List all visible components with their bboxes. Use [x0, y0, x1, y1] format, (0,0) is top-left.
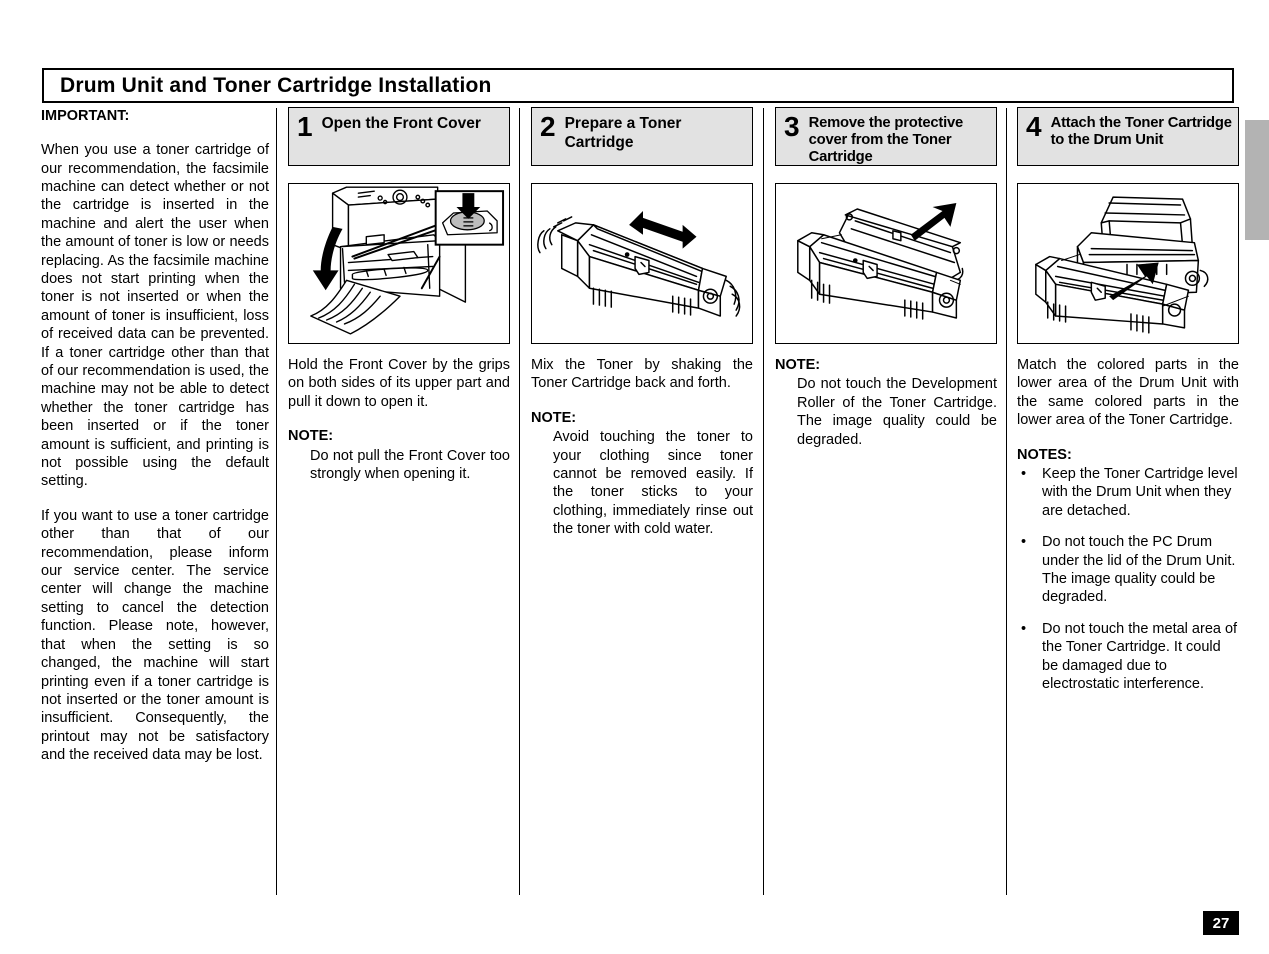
step-2-header: 2 Prepare a Toner Cartridge [531, 107, 753, 166]
step-4-notes-label: NOTES: [1017, 446, 1072, 463]
column-divider-1 [276, 108, 277, 895]
step-4-caption: Match the colored parts in the lower are… [1017, 356, 1239, 694]
step-2-number: 2 [540, 111, 556, 142]
step-column-2: 2 Prepare a Toner Cartridge Mix the Tone… [531, 107, 753, 555]
section-edge-tab [1245, 120, 1269, 240]
step-column-1: 1 Open the Front Cover Hold the Front Co… [288, 107, 510, 499]
step-1-title: Open the Front Cover [321, 115, 481, 132]
step-2-body: Mix the Toner by shaking the Toner Cartr… [531, 357, 753, 392]
step-2-note-label: NOTE: [531, 409, 577, 426]
attach-toner-to-drum-illustration [1017, 183, 1239, 344]
important-paragraph-2: If you want to use a toner cartridge oth… [41, 507, 269, 764]
bullet-marker: • [1021, 534, 1027, 551]
step-1-caption: Hold the Front Cover by the grips on bot… [288, 356, 510, 483]
step-4-header: 4 Attach the Toner Cartridge to the Drum… [1017, 107, 1239, 166]
list-item-text: Do not touch the metal area of the Toner… [1042, 620, 1238, 693]
step-4-number: 4 [1026, 111, 1042, 142]
step-1-header: 1 Open the Front Cover [288, 107, 510, 166]
page-number-badge: 27 [1203, 911, 1239, 935]
list-item-text: Keep the Toner Cartridge level with the … [1042, 466, 1238, 519]
important-heading: IMPORTANT: [41, 108, 130, 124]
step-1-body: Hold the Front Cover by the grips on bot… [288, 357, 510, 410]
bullet-marker: • [1021, 466, 1027, 483]
column-divider-3 [763, 108, 764, 895]
step-4-title: Attach the Toner Cartridge to the Drum U… [1050, 115, 1232, 148]
step-4-notes-list: • Keep the Toner Cartridge level with th… [1017, 465, 1239, 693]
column-divider-4 [1006, 108, 1007, 895]
page-title-bar: Drum Unit and Toner Cartridge Installati… [42, 68, 1234, 103]
front-cover-open-illustration [288, 183, 510, 344]
step-1-note-label: NOTE: [288, 428, 334, 445]
step-2-caption: Mix the Toner by shaking the Toner Cartr… [531, 356, 753, 539]
bullet-marker: • [1021, 620, 1027, 637]
list-item: • Do not touch the metal area of the Ton… [1017, 620, 1239, 694]
important-paragraph-1: When you use a toner cartridge of our re… [41, 142, 269, 490]
important-column: IMPORTANT: When you use a toner cartridg… [41, 107, 269, 765]
step-2-title: Prepare a Toner Cartridge [564, 115, 682, 151]
page-title: Drum Unit and Toner Cartridge Installati… [60, 74, 492, 97]
remove-protective-cover-illustration [775, 183, 997, 344]
step-3-note-label: NOTE: [775, 357, 821, 373]
list-item-text: Do not touch the PC Drum under the lid o… [1042, 534, 1236, 606]
step-3-caption: NOTE: Do not touch the Development Rolle… [775, 356, 997, 449]
document-page: Drum Unit and Toner Cartridge Installati… [0, 0, 1269, 954]
toner-cartridge-shake-illustration [531, 183, 753, 344]
column-divider-2 [519, 108, 520, 895]
step-2-note-body: Avoid touching the toner to your clothin… [553, 429, 753, 538]
step-4-body: Match the colored parts in the lower are… [1017, 357, 1239, 429]
step-3-header: 3 Remove the protective cover from the T… [775, 107, 997, 166]
step-3-number: 3 [784, 111, 800, 142]
list-item: • Keep the Toner Cartridge level with th… [1017, 465, 1239, 520]
step-column-3: 3 Remove the protective cover from the T… [775, 107, 997, 465]
list-item: • Do not touch the PC Drum under the lid… [1017, 533, 1239, 607]
step-3-note-body: Do not touch the Development Roller of t… [797, 376, 997, 448]
step-column-4: 4 Attach the Toner Cartridge to the Drum… [1017, 107, 1239, 694]
step-3-title: Remove the protective cover from the Ton… [808, 115, 964, 165]
step-1-note-body: Do not pull the Front Cover too strongly… [310, 447, 510, 483]
step-1-number: 1 [297, 111, 313, 142]
